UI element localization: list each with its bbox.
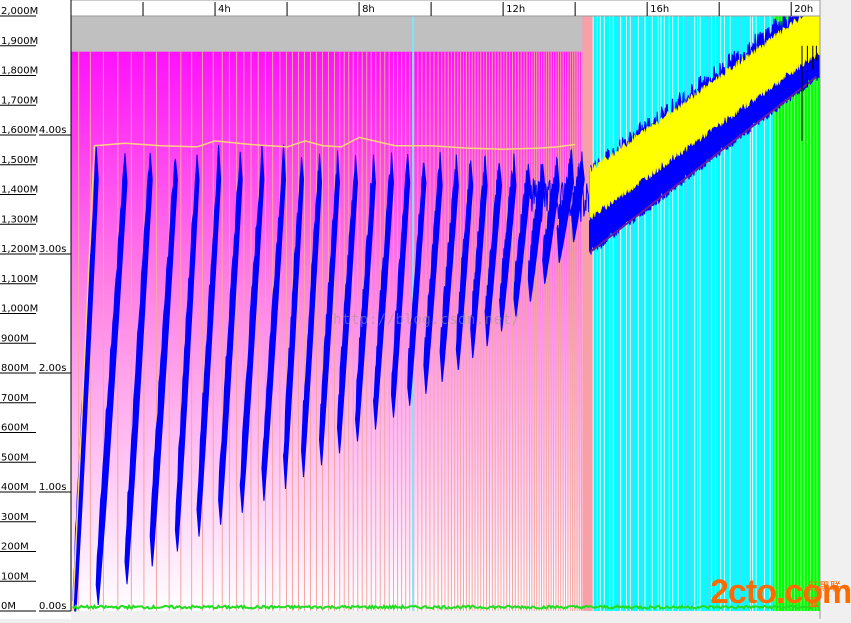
memory-tick-label: 1,600M	[1, 125, 38, 136]
memory-tick-label: 700M	[1, 393, 29, 404]
time-tick-label: 1.00s	[39, 482, 66, 493]
memory-tick-label: 200M	[1, 542, 29, 553]
x-tick-label: 8h	[362, 4, 375, 15]
memory-tick-label: 1,100M	[1, 274, 38, 285]
chart-svg: 4h 8h 12h 16h 20h 0M 100M 200M 300M 400M 500M 600M 7…	[0, 0, 851, 619]
watermark-text: http://blog.csdn.net/	[333, 312, 521, 328]
x-tick-label: 20h	[794, 4, 813, 15]
memory-tick-label: 1,800M	[1, 66, 38, 77]
gc-timeline-chart: 4h 8h 12h 16h 20h 0M 100M 200M 300M 400M 500M 600M 7…	[0, 0, 851, 619]
right-margin	[820, 0, 851, 619]
time-tick-label: 4.00s	[39, 125, 66, 136]
memory-tick-label: 800M	[1, 363, 29, 374]
memory-tick-label: 0M	[1, 601, 16, 612]
time-tick-label: 3.00s	[39, 244, 66, 255]
memory-tick-label: 400M	[1, 482, 29, 493]
memory-tick-label: 600M	[1, 423, 29, 434]
memory-tick-label: 1,700M	[1, 95, 38, 106]
memory-tick-label: 900M	[1, 333, 29, 344]
logo-main-text: 2cto	[710, 573, 777, 611]
memory-tick-label: 1,900M	[1, 36, 38, 47]
logo-subtext: 红黑联盟	[808, 580, 841, 609]
x-tick-label: 4h	[218, 4, 231, 15]
memory-tick-label: 2,000M	[1, 6, 38, 17]
phase-band-phase-2	[582, 16, 594, 611]
memory-tick-label: 300M	[1, 512, 29, 523]
memory-tick-label: 100M	[1, 571, 29, 582]
memory-tick-label: 1,300M	[1, 214, 38, 225]
memory-tick-label: 1,500M	[1, 155, 38, 166]
x-tick-label: 12h	[506, 4, 525, 15]
x-tick-label: 16h	[650, 4, 669, 15]
time-tick-label: 2.00s	[39, 363, 66, 374]
memory-tick-label: 500M	[1, 452, 29, 463]
time-axis-bar	[70, 0, 822, 17]
heap-capacity-band	[71, 16, 583, 52]
time-tick-label: 0.00s	[39, 601, 66, 612]
site-logo: 2cto.com 红黑联盟	[710, 572, 851, 616]
memory-tick-label: 1,400M	[1, 185, 38, 196]
memory-tick-label: 1,000M	[1, 304, 38, 315]
memory-tick-label: 1,200M	[1, 244, 38, 255]
